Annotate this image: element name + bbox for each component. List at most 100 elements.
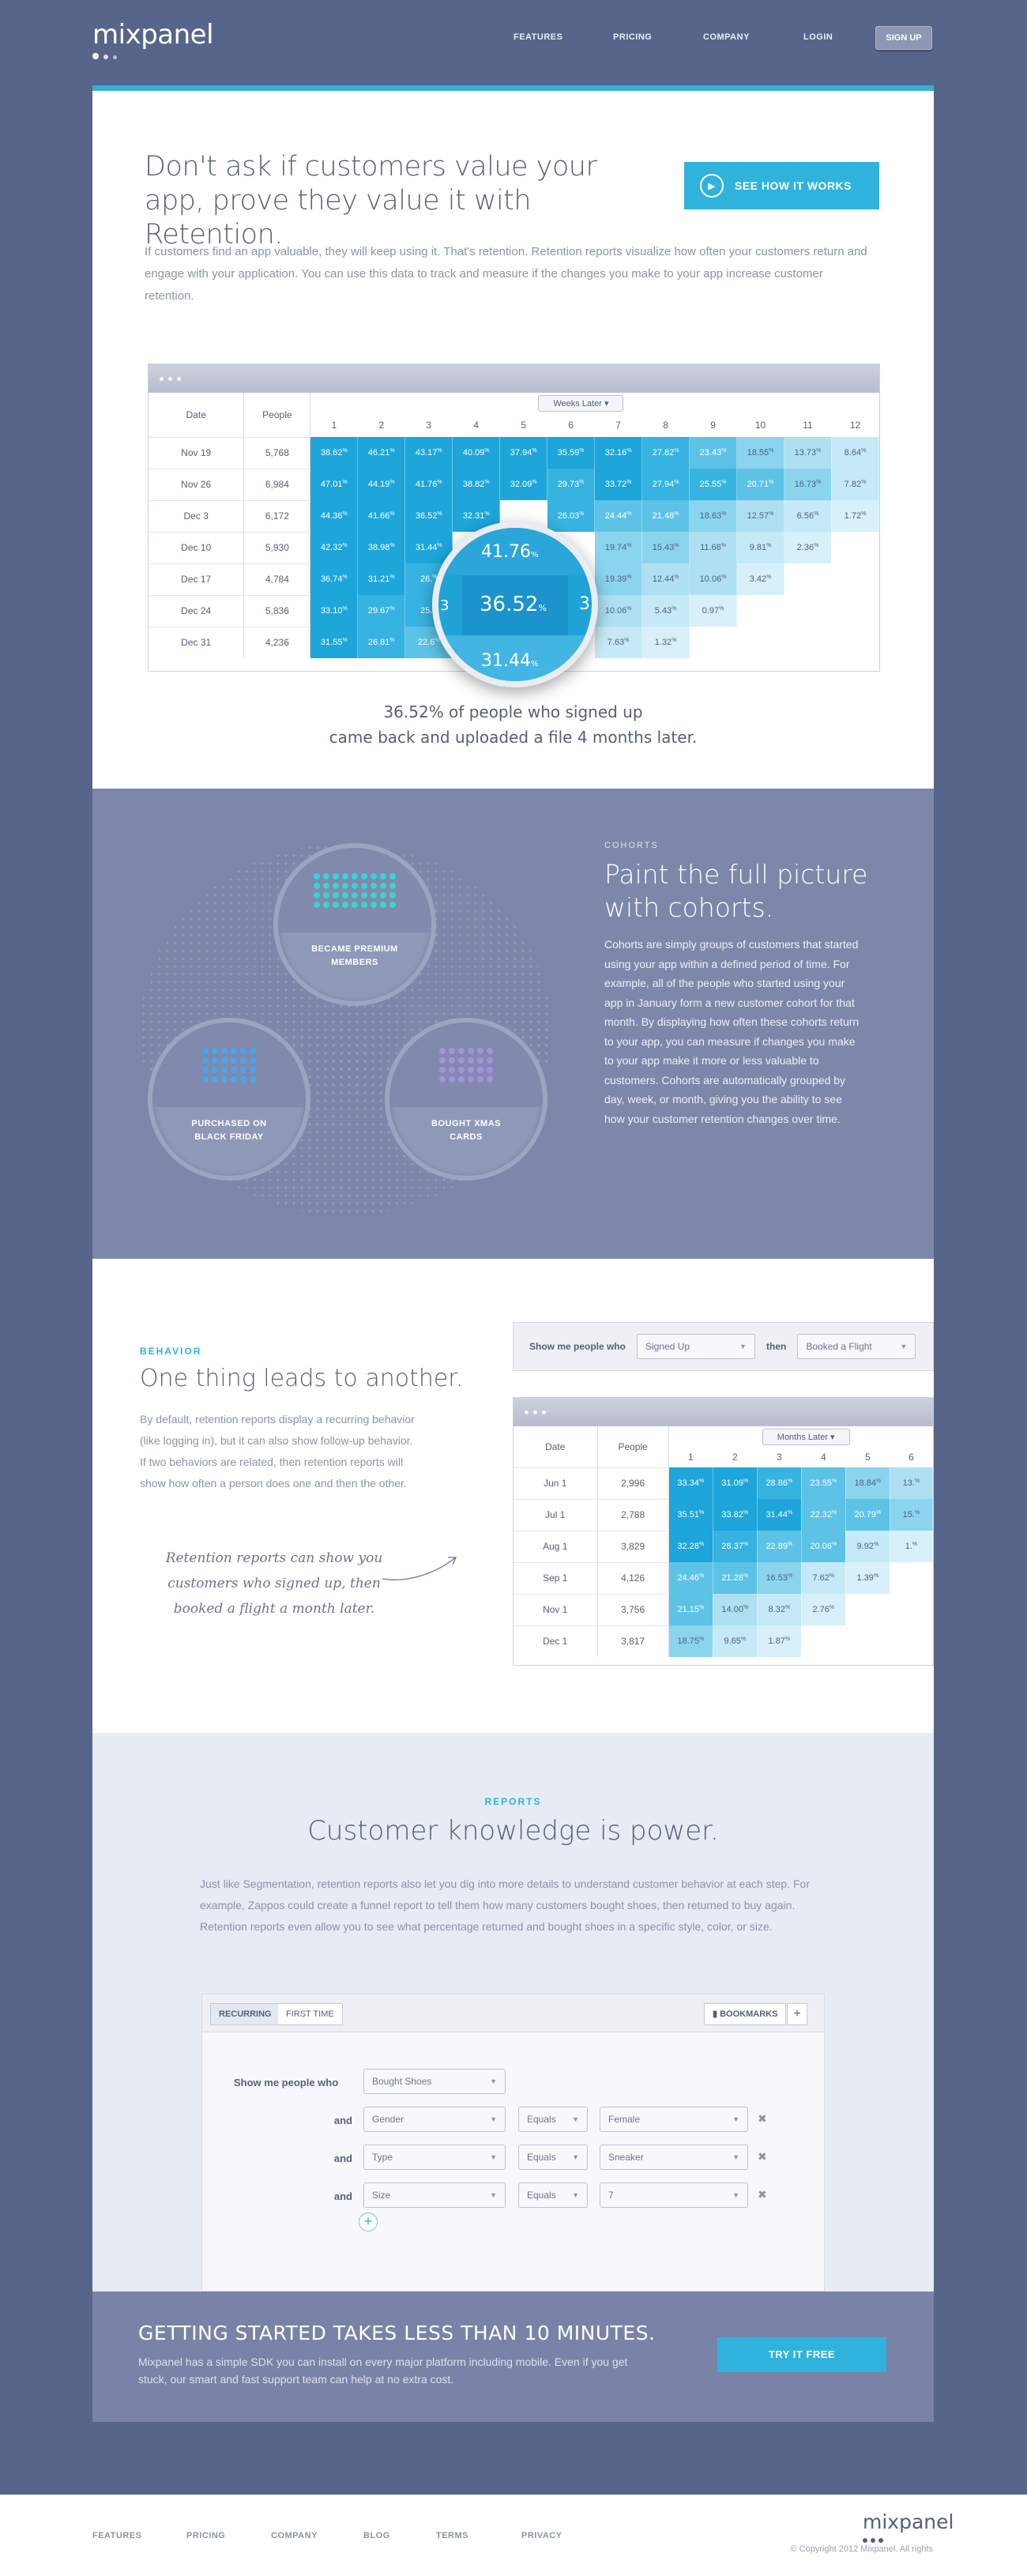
- nav-login[interactable]: LOGIN: [803, 32, 833, 42]
- footer-link-blog[interactable]: BLOG: [363, 2531, 390, 2540]
- add-filter-button[interactable]: +: [359, 2213, 378, 2231]
- first-event-select[interactable]: Signed Up ▼: [637, 1334, 756, 1359]
- cell-value: 38.62: [320, 448, 343, 458]
- months-later-select[interactable]: Months Later ▾: [762, 1428, 850, 1445]
- row-date: Sep 1: [514, 1561, 598, 1594]
- report-builder-panel: RECURRING FIRST TIME ▮ BOOKMARKS + Show …: [201, 1994, 825, 2292]
- footer-link-terms[interactable]: TERMS: [436, 2531, 468, 2540]
- retention-cell: 7.82%: [831, 469, 879, 500]
- tab-first-time[interactable]: FIRST TIME: [278, 2003, 343, 2025]
- cohort-label-premium: BECAME PREMIUM MEMBERS: [311, 944, 398, 968]
- col-header: 10: [736, 413, 785, 437]
- cohort-dot: [323, 873, 329, 880]
- signup-button[interactable]: SIGN UP: [875, 26, 932, 50]
- cohort-dot: [458, 1076, 465, 1083]
- weeks-later-select[interactable]: Weeks Later ▾: [538, 394, 624, 412]
- footer-link-pricing[interactable]: PRICING: [186, 2531, 225, 2540]
- property-select[interactable]: Gender ▼: [363, 2107, 506, 2132]
- retention-cell: 20.71%: [736, 469, 785, 500]
- retention-cell: 35.59%: [547, 437, 596, 469]
- cell-value: 25.: [419, 606, 433, 616]
- operator-select[interactable]: Equals ▼: [518, 2182, 588, 2208]
- mag-value-bottom: 31.44%: [481, 651, 539, 671]
- logo[interactable]: mixpanel: [92, 19, 214, 51]
- nav-company[interactable]: COMPANY: [703, 32, 750, 42]
- add-bookmark-button[interactable]: +: [787, 2003, 807, 2025]
- getting-started-title: GETTING STARTED TAKES LESS THAN 10 MINUT…: [138, 2322, 656, 2344]
- cell-value: 11.68: [700, 543, 721, 552]
- row-date: Jun 1: [514, 1467, 598, 1499]
- operator-select[interactable]: Equals ▼: [518, 2145, 588, 2170]
- cohort-dot: [221, 1067, 228, 1074]
- nav-pricing[interactable]: PRICING: [613, 32, 652, 42]
- retention-cell: 1.%: [890, 1531, 933, 1562]
- footer-link-company[interactable]: COMPANY: [271, 2531, 318, 2540]
- property-value: Type: [372, 2152, 393, 2163]
- retention-cell: 28.86%: [757, 1467, 802, 1499]
- footer-logo[interactable]: mixpanel: [863, 2510, 954, 2533]
- row-people: 3,756: [597, 1593, 669, 1625]
- tab-recurring[interactable]: RECURRING: [210, 2003, 280, 2025]
- footer: FEATURES PRICING COMPANY BLOG TERMS PRIV…: [0, 2495, 1027, 2576]
- footer-link-features[interactable]: FEATURES: [92, 2531, 141, 2540]
- retention-cell: 35.51%: [668, 1499, 713, 1531]
- cell-value: 9.81: [749, 543, 767, 552]
- cell-value: 32.31: [462, 511, 485, 521]
- cell-value: 41.76: [415, 480, 438, 489]
- operator-select[interactable]: Equals ▼: [518, 2107, 588, 2132]
- reports-section: REPORTS Customer knowledge is power. Jus…: [92, 1733, 934, 2292]
- weeks-later-label: Weeks Later: [553, 398, 602, 409]
- remove-filter-icon[interactable]: ✖: [758, 2112, 767, 2126]
- retention-cell: 2.36%: [784, 532, 832, 563]
- property-select[interactable]: Type ▼: [363, 2145, 506, 2170]
- retention-cell: 19.74%: [594, 532, 643, 563]
- retention-cell: 6.56%: [784, 500, 832, 532]
- remove-filter-icon[interactable]: ✖: [758, 2150, 767, 2164]
- bookmarks-button[interactable]: ▮ BOOKMARKS: [704, 2003, 787, 2025]
- retention-cell: 44.36%: [310, 500, 359, 532]
- cell-value: 28.86: [766, 1478, 788, 1488]
- cell-value: 44.19: [367, 480, 390, 489]
- row-people: 6,172: [243, 499, 311, 532]
- nav-features[interactable]: FEATURES: [514, 32, 562, 42]
- cohort-dot: [468, 1067, 474, 1074]
- value-select[interactable]: 7 ▼: [600, 2182, 748, 2208]
- cohort-dot: [449, 1076, 455, 1083]
- behavior-title: One thing leads to another.: [140, 1365, 464, 1392]
- cohort-dot: [333, 883, 339, 890]
- cohort-dot: [439, 1057, 446, 1064]
- retention-cell: 31.09%: [713, 1467, 758, 1499]
- second-event-select[interactable]: Booked a Flight ▼: [797, 1334, 916, 1359]
- value-select[interactable]: Female ▼: [600, 2107, 748, 2132]
- property-select[interactable]: Size ▼: [363, 2182, 506, 2208]
- see-how-it-works-button[interactable]: ▶ SEE HOW IT WORKS: [684, 162, 879, 209]
- footer-link-privacy[interactable]: PRIVACY: [521, 2531, 562, 2540]
- cell-value: 36.74: [320, 574, 343, 584]
- second-event-value: Booked a Flight: [806, 1341, 872, 1352]
- cell-value: 41.66: [367, 511, 390, 521]
- retention-cell: 22.89%: [757, 1531, 802, 1562]
- cohort-dot: [371, 892, 377, 899]
- cell-value: 22.89: [766, 1542, 788, 1551]
- remove-filter-icon[interactable]: ✖: [758, 2188, 767, 2201]
- value-select[interactable]: Sneaker ▼: [600, 2145, 748, 2170]
- retention-cell: 1.87%: [757, 1625, 802, 1657]
- retention-cell: 41.66%: [357, 500, 406, 532]
- cell-value: 26.81: [367, 638, 390, 647]
- cohort-dot: [389, 883, 396, 890]
- cohort-dot: [342, 873, 348, 880]
- event-select[interactable]: Bought Shoes ▼: [363, 2069, 506, 2094]
- first-event-value: Signed Up: [645, 1341, 690, 1352]
- col-header: 1: [310, 413, 359, 437]
- plus-icon: +: [793, 2007, 801, 2021]
- operator-value: Equals: [527, 2190, 556, 2201]
- retention-cell: [890, 1625, 933, 1657]
- mag-value-left: 3: [440, 597, 450, 614]
- cohort-dot: [231, 1067, 237, 1074]
- try-it-free-button[interactable]: TRY IT FREE: [717, 2337, 886, 2372]
- retention-cell: 27.94%: [641, 469, 690, 500]
- table-row: Nov 26 6,984 47.01% 44.19% 41.76% 38.82% 32.09…: [149, 468, 879, 500]
- retention-cell: 33.34%: [668, 1467, 713, 1499]
- retention-cell: 20.06%: [801, 1531, 846, 1562]
- retention-cell: 31.44%: [757, 1499, 802, 1531]
